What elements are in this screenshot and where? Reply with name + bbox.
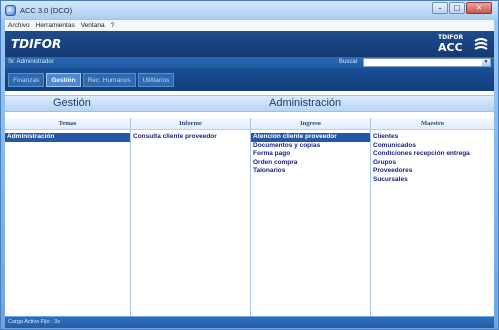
minimize-icon[interactable]: –: [432, 2, 448, 14]
maximize-icon[interactable]: □: [449, 2, 465, 14]
column-temas: Temas Administración: [5, 118, 131, 316]
search-label: Buscar: [339, 59, 358, 65]
maestro-item[interactable]: Sucursales: [371, 176, 494, 185]
ingreso-item[interactable]: Talonarios: [251, 167, 370, 176]
column-ingreso: Ingreso Atención cliente proveedor Docum…: [251, 118, 371, 316]
column-header-maestro: Maestro: [371, 118, 494, 130]
brand-name: TDIFOR: [11, 37, 62, 51]
menu-grid: Temas Administración Informe Consulta cl…: [5, 118, 494, 316]
column-header-informe: Informe: [131, 118, 250, 130]
ingreso-item[interactable]: Forma pago: [251, 150, 370, 159]
tab-utilitarios[interactable]: Utilitarios: [137, 73, 175, 87]
main-content: Gestión Administración Temas Administrac…: [5, 91, 494, 316]
menu-herramientas[interactable]: Herramientas: [36, 22, 75, 29]
tab-finanzas[interactable]: Finanzas: [8, 73, 45, 87]
ingreso-item[interactable]: Atención cliente proveedor: [251, 133, 370, 142]
tema-item-administracion[interactable]: Administración: [5, 133, 130, 142]
column-informe: Informe Consulta cliente proveedor: [131, 118, 251, 316]
current-user: Sr. Administrador: [8, 59, 54, 65]
chevron-down-icon[interactable]: ▼: [482, 59, 490, 66]
logo-main-text: ACC: [438, 41, 463, 54]
user-bar: Sr. Administrador Buscar ▼: [5, 57, 494, 68]
column-header-ingreso: Ingreso: [251, 118, 370, 130]
logo-wave-icon: [474, 38, 488, 50]
section-header: Gestión Administración: [5, 95, 494, 112]
informe-item[interactable]: Consulta cliente proveedor: [131, 133, 250, 142]
app-icon: [5, 4, 16, 16]
window-title: ACC 3.0 (DCO): [20, 5, 73, 15]
menu-ventana[interactable]: Ventana: [81, 22, 105, 29]
brand-header: TDIFOR TDIFOR ACC: [5, 31, 494, 57]
column-header-temas: Temas: [5, 118, 130, 130]
ingreso-item[interactable]: Documentos y copias: [251, 142, 370, 151]
menu-bar: Archivo Herramientas Ventana ?: [5, 20, 494, 31]
maestro-item[interactable]: Proveedores: [371, 167, 494, 176]
ingreso-item[interactable]: Orden compra: [251, 159, 370, 168]
maestro-item[interactable]: Clientes: [371, 133, 494, 142]
title-bar: ACC 3.0 (DCO) – □ ✕: [1, 1, 498, 19]
window-controls: – □ ✕: [432, 2, 492, 14]
maestro-item[interactable]: Comunicados: [371, 142, 494, 151]
section-title-administracion: Administración: [269, 97, 342, 109]
maestro-item[interactable]: Condiciones recepción entrega: [371, 150, 494, 159]
application-window: ACC 3.0 (DCO) – □ ✕ Archivo Herramientas…: [0, 0, 499, 330]
menu-help[interactable]: ?: [111, 22, 115, 29]
section-title-gestion: Gestión: [53, 97, 91, 109]
menu-archivo[interactable]: Archivo: [8, 22, 30, 29]
status-bar: Carga Activo Fijo : 3s: [5, 317, 494, 328]
column-maestro: Maestro Clientes Comunicados Condiciones…: [371, 118, 494, 316]
module-tab-bar: Finanzas Gestión Rec. Humanos Utilitario…: [5, 68, 494, 91]
acc-logo: TDIFOR ACC: [438, 33, 488, 55]
tab-rec-humanos[interactable]: Rec. Humanos: [82, 73, 136, 87]
tab-gestion[interactable]: Gestión: [46, 73, 81, 87]
close-icon[interactable]: ✕: [466, 2, 492, 14]
search-input[interactable]: ▼: [363, 58, 491, 67]
maestro-item[interactable]: Grupos: [371, 159, 494, 168]
status-text: Carga Activo Fijo : 3s: [8, 319, 60, 325]
logo-top-text: TDIFOR: [438, 34, 464, 41]
